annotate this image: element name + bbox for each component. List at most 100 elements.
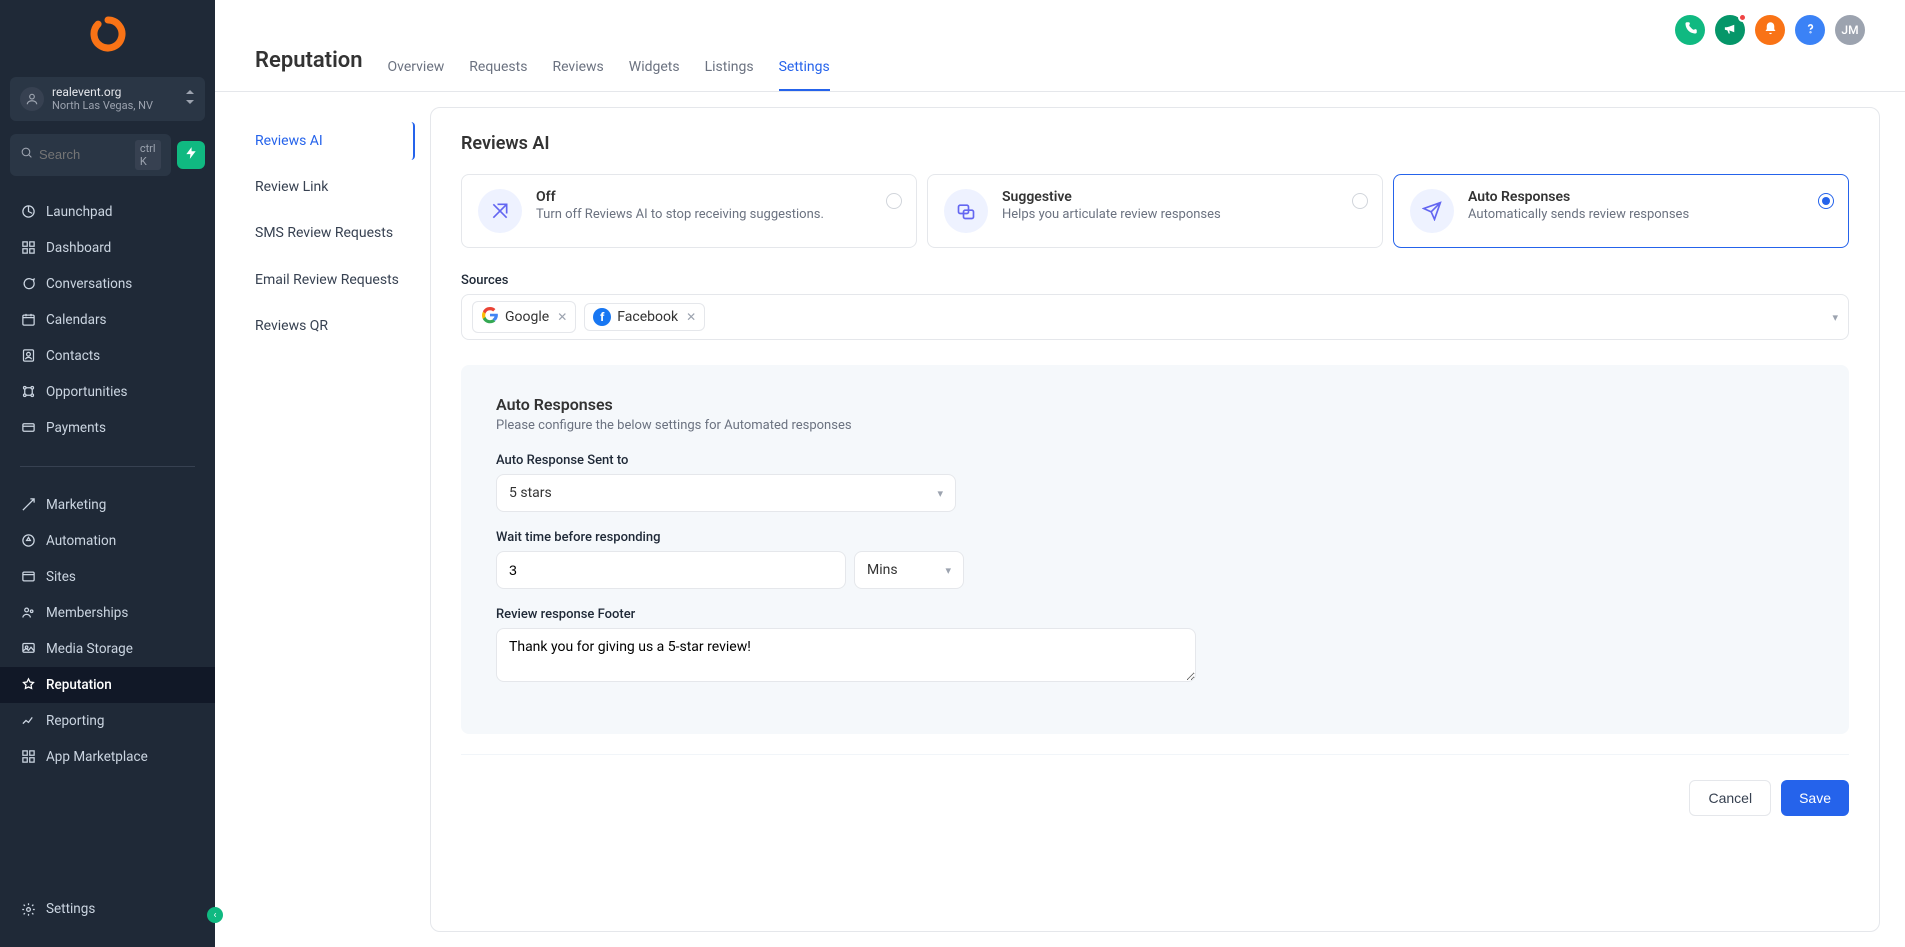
announce-button[interactable] [1715,15,1745,45]
subnav-item-review-link[interactable]: Review Link [240,168,415,206]
sidebar-item-calendars[interactable]: Calendars [0,302,215,338]
help-button[interactable] [1795,15,1825,45]
subnav-item-email-review-requests[interactable]: Email Review Requests [240,261,415,299]
radio-icon [886,193,902,209]
sidebar-item-label: Settings [46,901,95,917]
megaphone-icon [1723,21,1738,40]
collapse-sidebar-button[interactable]: ‹ [207,907,223,923]
sidebar-item-opportunities[interactable]: Opportunities [0,374,215,410]
sent-to-value: 5 stars [509,485,552,501]
sidebar-item-automation[interactable]: Automation [0,523,215,559]
sidebar-item-memberships[interactable]: Memberships [0,595,215,631]
sidebar-item-conversations[interactable]: Conversations [0,266,215,302]
search-box[interactable]: ctrl K [10,134,171,176]
option-title: Off [536,189,900,205]
sidebar-item-payments[interactable]: Payments [0,410,215,446]
phone-icon [1683,21,1698,40]
option-icon [1410,189,1454,233]
sidebar-item-label: Automation [46,533,116,549]
sidebar-item-label: App Marketplace [46,749,148,765]
subnav-item-sms-review-requests[interactable]: SMS Review Requests [240,214,415,252]
sidebar-item-label: Sites [46,569,76,585]
option-card-auto-responses[interactable]: Auto ResponsesAutomatically sends review… [1393,174,1849,248]
sidebar-item-contacts[interactable]: Contacts [0,338,215,374]
chevron-down-icon: ▾ [1832,311,1838,324]
app-marketplace-icon [20,749,36,765]
sidebar-item-media-storage[interactable]: Media Storage [0,631,215,667]
phone-button[interactable] [1675,15,1705,45]
source-chip-google[interactable]: Google ✕ [472,301,576,333]
sidebar-item-dashboard[interactable]: Dashboard [0,230,215,266]
cancel-button[interactable]: Cancel [1689,780,1771,816]
question-icon [1803,21,1818,40]
sidebar-item-label: Dashboard [46,240,111,256]
subnav-item-reviews-qr[interactable]: Reviews QR [240,307,415,345]
remove-chip-icon[interactable]: ✕ [686,310,696,324]
sidebar-item-app-marketplace[interactable]: App Marketplace [0,739,215,775]
dashboard-icon [20,240,36,256]
contacts-icon [20,348,36,364]
option-icon [944,189,988,233]
user-avatar[interactable]: JM [1835,15,1865,45]
chevron-left-icon: ‹ [213,910,216,921]
wait-unit-select[interactable]: Mins ▾ [854,551,964,589]
reputation-icon [20,677,36,693]
calendars-icon [20,312,36,328]
source-chip-facebook[interactable]: f Facebook ✕ [584,303,705,331]
chevron-down-icon: ▾ [937,487,943,500]
option-card-suggestive[interactable]: SuggestiveHelps you articulate review re… [927,174,1383,248]
option-card-off[interactable]: OffTurn off Reviews AI to stop receiving… [461,174,917,248]
option-desc: Helps you articulate review responses [1002,207,1366,222]
auto-responses-config: Auto Responses Please configure the belo… [461,365,1849,734]
gear-icon [20,901,36,917]
tab-widgets[interactable]: Widgets [629,45,680,91]
logo-icon [89,15,127,57]
notifications-button[interactable] [1755,15,1785,45]
page-header: Reputation OverviewRequestsReviewsWidget… [215,45,1905,92]
sent-to-select[interactable]: 5 stars ▾ [496,474,956,512]
search-input[interactable] [39,147,129,162]
bolt-icon [184,146,198,164]
nav-divider [20,466,195,467]
updown-icon [185,90,195,107]
tab-overview[interactable]: Overview [388,45,445,91]
settings-panel: Reviews AI OffTurn off Reviews AI to sto… [430,107,1880,932]
sidebar-item-label: Reputation [46,677,112,693]
subnav-item-reviews-ai[interactable]: Reviews AI [240,122,415,160]
wait-label: Wait time before responding [496,530,1814,545]
facebook-icon: f [593,308,611,326]
sources-select[interactable]: Google ✕ f Facebook ✕ ▾ [461,294,1849,340]
media-storage-icon [20,641,36,657]
sidebar-item-reporting[interactable]: Reporting [0,703,215,739]
sidebar-item-label: Contacts [46,348,100,364]
sidebar-item-reputation[interactable]: Reputation [0,667,215,703]
wait-value-input[interactable] [496,551,846,589]
option-title: Auto Responses [1468,189,1832,205]
automation-icon [20,533,36,549]
chip-label: Facebook [617,309,678,325]
sidebar-item-launchpad[interactable]: Launchpad [0,194,215,230]
shortcut-hint: ctrl K [135,140,161,170]
tab-listings[interactable]: Listings [705,45,754,91]
reporting-icon [20,713,36,729]
quick-action-button[interactable] [177,141,205,169]
remove-chip-icon[interactable]: ✕ [557,310,567,324]
sidebar: realevent.org North Las Vegas, NV ctrl K… [0,0,215,947]
wait-unit-value: Mins [867,562,898,578]
sidebar-item-settings[interactable]: Settings [0,891,215,927]
tab-settings[interactable]: Settings [779,45,830,91]
sites-icon [20,569,36,585]
save-button[interactable]: Save [1781,780,1849,816]
option-icon [478,189,522,233]
sidebar-item-marketing[interactable]: Marketing [0,487,215,523]
tab-requests[interactable]: Requests [469,45,527,91]
launchpad-icon [20,204,36,220]
tab-reviews[interactable]: Reviews [552,45,603,91]
footer-textarea[interactable] [496,628,1196,682]
location-selector[interactable]: realevent.org North Las Vegas, NV [10,77,205,121]
user-icon [20,87,44,111]
app-logo [0,0,215,72]
search-icon [20,146,33,163]
sidebar-item-sites[interactable]: Sites [0,559,215,595]
bell-icon [1763,21,1778,40]
